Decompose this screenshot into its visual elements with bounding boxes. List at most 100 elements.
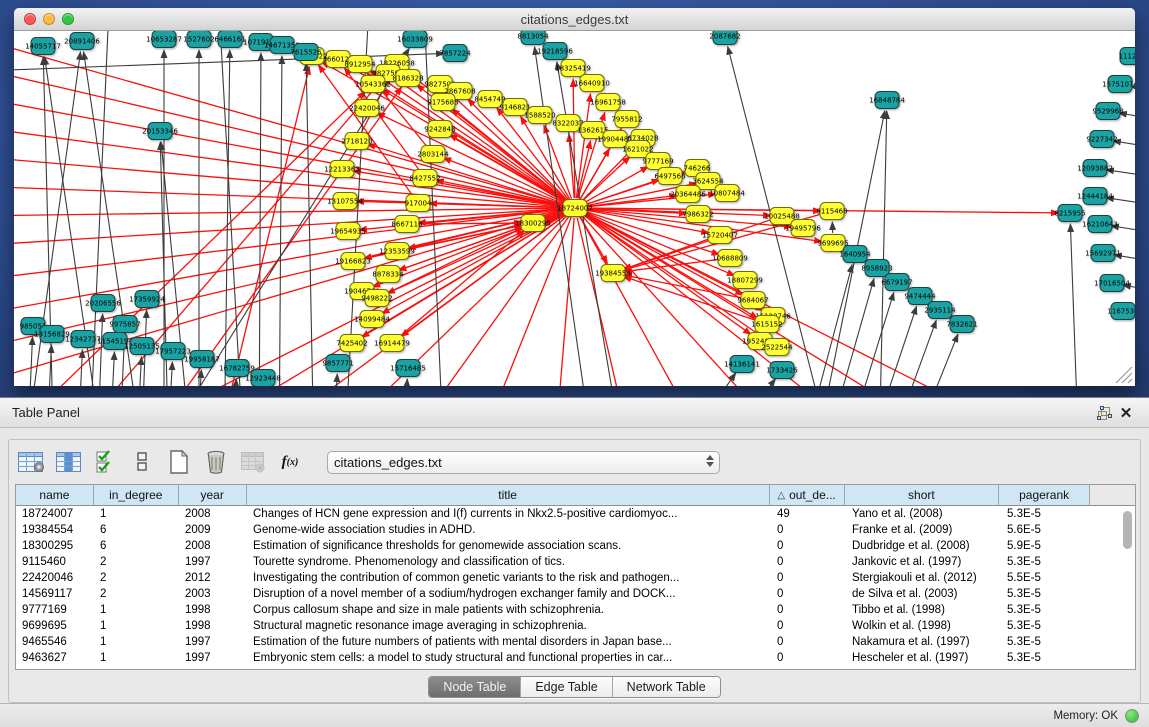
graph-node[interactable]: 8878334 — [372, 266, 404, 283]
graph-node[interactable]: 2087682 — [709, 31, 740, 45]
table-row[interactable]: 1872400712008Changes of HCN gene express… — [16, 506, 1135, 522]
column-header-name[interactable]: name — [16, 485, 94, 505]
column-header-in_degree[interactable]: in_degree — [94, 485, 179, 505]
column-header-title[interactable]: title — [247, 485, 770, 505]
network-canvas[interactable]: 1872400718300295193845549660128891295476… — [14, 31, 1135, 386]
graph-node[interactable]: 15716485 — [390, 360, 426, 377]
graph-node[interactable]: 1615152 — [751, 316, 782, 333]
new-table-button[interactable] — [165, 448, 193, 476]
graph-node[interactable]: 9115460 — [816, 203, 847, 220]
network-table-selector[interactable]: citations_edges.txt — [327, 451, 720, 474]
graph-node[interactable]: 15692971 — [1085, 245, 1121, 262]
tab-node-table[interactable]: Node Table — [429, 677, 521, 697]
graph-node[interactable]: 2935114 — [924, 302, 956, 319]
minimize-window-button[interactable] — [43, 13, 55, 25]
column-chooser-button[interactable] — [54, 448, 82, 476]
graph-node[interactable]: 9857771 — [322, 355, 353, 372]
graph-node[interactable]: 9227342 — [1086, 131, 1117, 148]
graph-node[interactable]: 15751074 — [1102, 76, 1135, 93]
graph-node[interactable]: 19218596 — [537, 43, 573, 60]
table-vertical-scrollbar[interactable] — [1123, 511, 1132, 549]
graph-node[interactable]: 9777169 — [642, 153, 673, 170]
graph-node[interactable]: 1640954 — [839, 246, 871, 263]
network-window-titlebar[interactable]: citations_edges.txt — [14, 8, 1135, 31]
graph-node[interactable]: 8427552 — [409, 170, 440, 187]
graph-node[interactable]: 16033809 — [397, 31, 433, 48]
graph-node[interactable]: 17016504 — [1094, 275, 1130, 292]
tab-network-table[interactable]: Network Table — [613, 677, 720, 697]
select-all-button[interactable] — [91, 448, 119, 476]
graph-node[interactable]: 1527602 — [183, 31, 214, 48]
graph-node[interactable]: 9175685 — [427, 94, 458, 111]
graph-node[interactable]: 8215955 — [1054, 205, 1085, 222]
close-panel-icon[interactable]: ✕ — [1115, 403, 1137, 423]
graph-node[interactable]: 16848784 — [869, 92, 905, 109]
graph-node[interactable]: 7986322 — [682, 206, 713, 223]
table-row[interactable]: 1456911722003Disruption of a novel membe… — [16, 586, 1135, 602]
column-header-pagerank[interactable]: pagerank — [999, 485, 1090, 505]
graph-node[interactable]: 10688809 — [712, 250, 748, 267]
graph-node[interactable]: 917004 — [405, 195, 432, 212]
table-row[interactable]: 1938455462009Genome-wide association stu… — [16, 522, 1135, 538]
graph-node[interactable]: 2803144 — [417, 146, 449, 163]
table-row[interactable]: 946554611997Estimation of the future num… — [16, 634, 1135, 650]
graph-node[interactable]: 6497568 — [654, 168, 685, 185]
table-row[interactable]: 946362711997Embryonic stem cells: a mode… — [16, 650, 1135, 666]
graph-node[interactable]: 7955812 — [611, 111, 642, 128]
graph-node[interactable]: 1733426 — [766, 362, 798, 379]
table-row[interactable]: 2242004622012Investigating the contribut… — [16, 570, 1135, 586]
graph-node[interactable]: 9529968 — [1092, 103, 1123, 120]
resize-grip[interactable] — [1116, 367, 1132, 383]
graph-node[interactable]: 8813054 — [517, 31, 549, 45]
graph-node[interactable]: 1588520 — [524, 107, 555, 124]
graph-node[interactable]: 12342737 — [65, 331, 101, 348]
graph-node[interactable]: 9975857 — [109, 316, 140, 333]
graph-node[interactable]: 7425402 — [336, 335, 367, 352]
import-table-disabled-button[interactable] — [239, 448, 267, 476]
graph-node[interactable]: 12444184 — [1077, 188, 1113, 205]
table-row[interactable]: 911546021997Tourette syndrome. Phenomeno… — [16, 554, 1135, 570]
float-panel-icon[interactable] — [1093, 403, 1115, 423]
graph-node[interactable]: 111230 — [1119, 48, 1135, 65]
graph-node[interactable]: 9242848 — [424, 121, 455, 138]
column-header-short[interactable]: short — [845, 485, 1000, 505]
table-row[interactable]: 977716911998Corpus callosum shape and si… — [16, 602, 1135, 618]
graph-node[interactable]: 10653287 — [146, 31, 182, 48]
graph-node[interactable]: 16640910 — [574, 75, 610, 92]
graph-node[interactable]: 12093882 — [1077, 160, 1113, 177]
graph-node[interactable]: 19166823 — [335, 253, 371, 270]
graph-node[interactable]: 2522544 — [761, 339, 793, 356]
graph-node[interactable]: 7857224 — [439, 45, 471, 62]
graph-node[interactable]: 18325419 — [555, 60, 591, 77]
column-header-out_de[interactable]: △out_de... — [770, 485, 845, 505]
graph-node[interactable]: 8667110 — [391, 216, 422, 233]
function-builder-button[interactable]: f(x) — [276, 448, 304, 476]
graph-node[interactable]: 19384554 — [595, 265, 631, 282]
table-row[interactable]: 1830029562008Estimation of significance … — [16, 538, 1135, 554]
graph-node[interactable]: 9498222 — [361, 290, 392, 307]
graph-node[interactable]: 20153346 — [142, 123, 178, 140]
graph-node[interactable]: 7832621 — [946, 316, 977, 333]
rows-button[interactable] — [128, 448, 156, 476]
graph-node[interactable]: 1167534 — [1107, 303, 1135, 320]
close-window-button[interactable] — [24, 13, 36, 25]
graph-node[interactable]: 20891406 — [64, 33, 100, 50]
graph-node[interactable]: 9684067 — [737, 292, 768, 309]
graph-node[interactable]: 6679197 — [881, 274, 912, 291]
graph-node[interactable]: 14055717 — [25, 38, 61, 55]
graph-node[interactable]: 20206556 — [85, 295, 121, 312]
graph-node[interactable]: 8912954 — [344, 56, 376, 73]
table-row[interactable]: 969969511998Structural magnetic resonanc… — [16, 618, 1135, 634]
graph-node[interactable]: 16210643 — [1082, 216, 1118, 233]
graph-node[interactable]: 2718120 — [341, 133, 372, 150]
graph-node[interactable]: 16914479 — [374, 335, 410, 352]
graph-node[interactable]: 7615526 — [290, 44, 322, 61]
table-settings-button[interactable] — [17, 448, 45, 476]
zoom-window-button[interactable] — [62, 13, 74, 25]
graph-node[interactable]: 14136141 — [724, 356, 760, 373]
graph-node[interactable]: 17359924 — [129, 291, 165, 308]
delete-table-button[interactable] — [202, 448, 230, 476]
graph-node[interactable]: 8186328 — [392, 70, 423, 87]
graph-node[interactable]: 16961758 — [590, 94, 626, 111]
column-header-year[interactable]: year — [179, 485, 247, 505]
